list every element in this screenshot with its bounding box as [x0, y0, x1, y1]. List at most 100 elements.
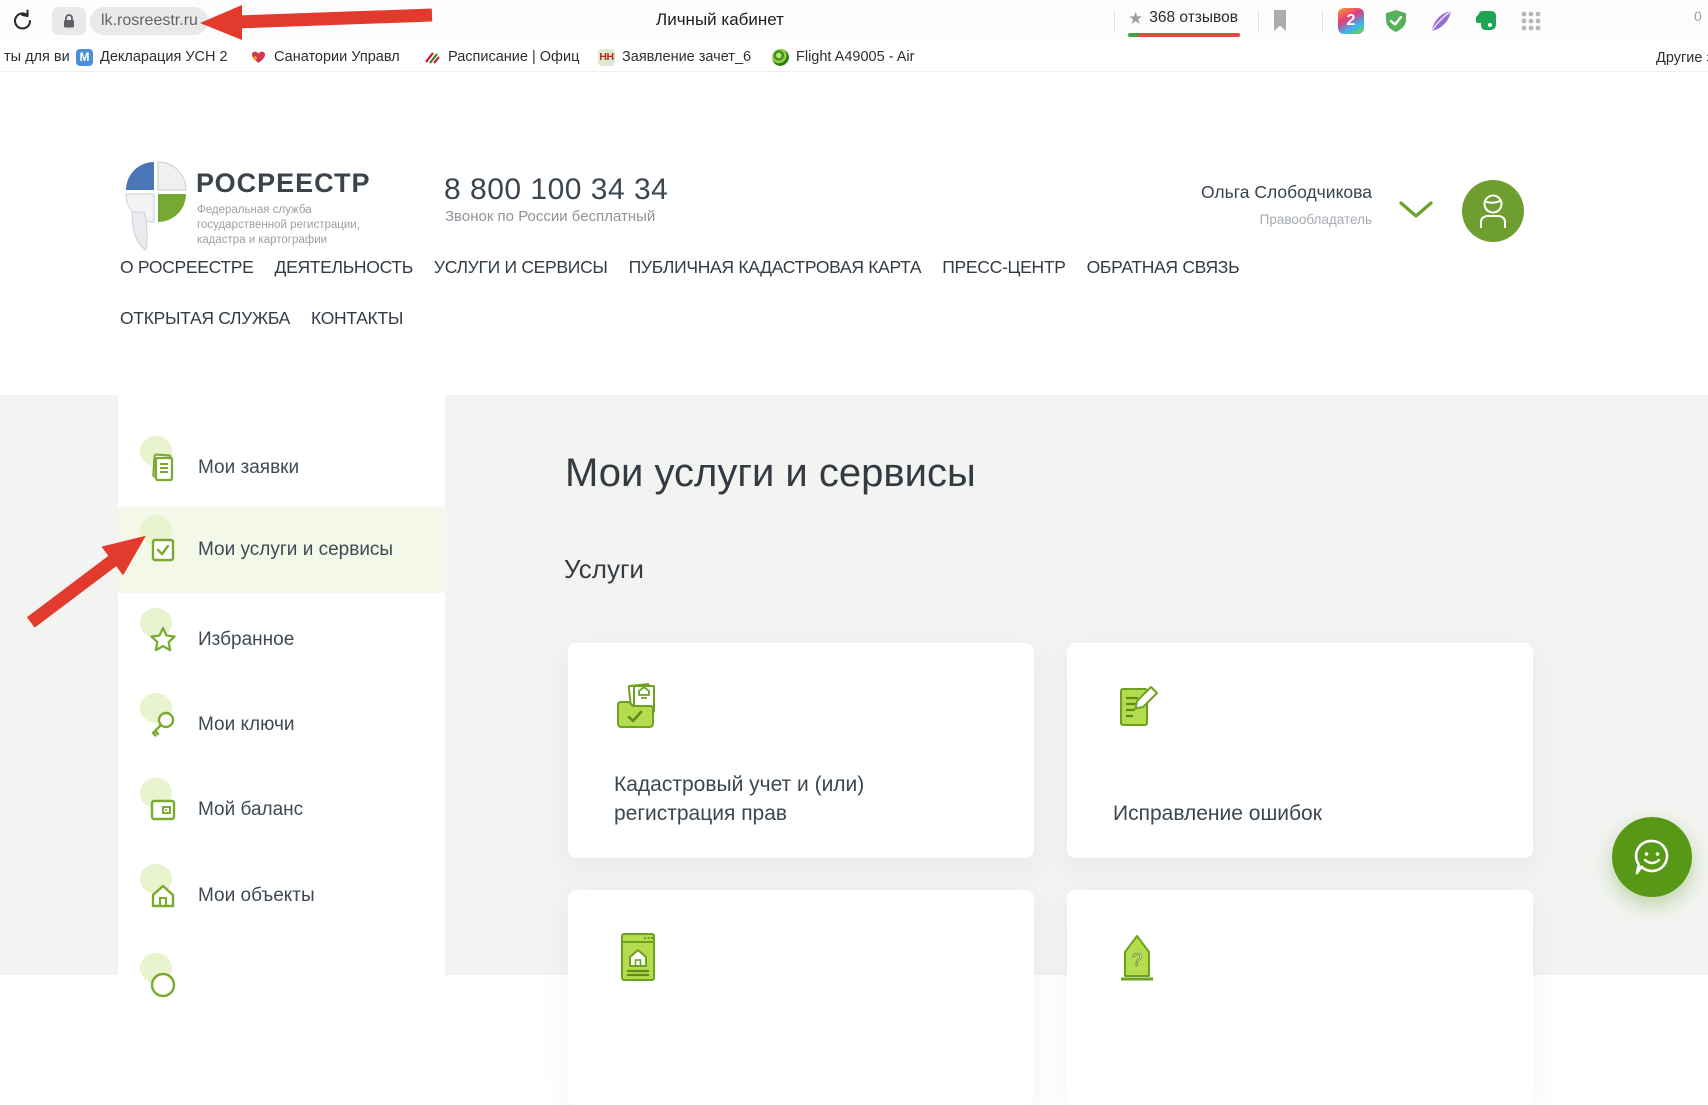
- chat-widget-button[interactable]: [1612, 817, 1692, 897]
- folder-check-icon: [612, 681, 664, 733]
- nn-favicon: НН: [598, 49, 615, 66]
- sidebar-item-label: Мои ключи: [198, 714, 294, 736]
- page-tab-title: Личный кабинет: [560, 10, 880, 30]
- bookmark-label: Санатории Управл: [274, 49, 400, 65]
- main-nav-row2: ОТКРЫТАЯ СЛУЖБА КОНТАКТЫ: [120, 308, 403, 329]
- annotation-arrow-url: [198, 2, 438, 40]
- divider: [1114, 10, 1115, 32]
- nav-contacts[interactable]: КОНТАКТЫ: [311, 308, 403, 329]
- ssl-lock-badge[interactable]: [52, 7, 86, 35]
- site-reviews-badge[interactable]: ★ 368 отзывов: [1128, 9, 1238, 27]
- lock-icon: [62, 13, 76, 29]
- nav-about[interactable]: О РОСРЕЕСТРЕ: [120, 257, 254, 278]
- bookmark-label: Расписание | Офиц: [448, 49, 579, 65]
- nav-activity[interactable]: ДЕЯТЕЛЬНОСТЬ: [275, 257, 413, 278]
- bookmark-flag-icon[interactable]: [1272, 9, 1288, 37]
- card-partial-left[interactable]: [568, 890, 1034, 1105]
- sidebar-item-partial[interactable]: [118, 945, 445, 1025]
- avatar[interactable]: [1462, 180, 1524, 242]
- other-bookmarks[interactable]: Другие з: [1656, 50, 1708, 66]
- sidebar-item-label: Избранное: [198, 629, 294, 651]
- extension-feather-icon[interactable]: [1428, 8, 1454, 34]
- svg-text:?: ?: [1132, 950, 1142, 970]
- reviews-rating-bar: [1128, 33, 1240, 37]
- bookmark-label: Заявление зачет_6: [622, 49, 751, 65]
- site-header: РОСРЕЕСТР Федеральная служба государстве…: [0, 72, 1708, 183]
- page-title: Мои услуги и сервисы: [565, 451, 976, 496]
- extension-evernote-icon[interactable]: [1473, 8, 1499, 34]
- sidebar-item-my-balance[interactable]: Мой баланс: [118, 770, 445, 850]
- bookmark-item[interactable]: Расписание | Офиц: [424, 46, 579, 68]
- star-icon: [146, 623, 180, 657]
- nav-services[interactable]: УСЛУГИ И СЕРВИСЫ: [434, 257, 608, 278]
- flightradar-favicon: [772, 49, 789, 66]
- circle-icon: [146, 968, 180, 1002]
- sidebar-item-my-requests[interactable]: Мои заявки: [118, 428, 445, 508]
- bookmark-label: ты для ви: [4, 49, 70, 65]
- card-title: Кадастровый учет и (или) регистрация пра…: [614, 770, 944, 828]
- card-title: Исправление ошибок: [1113, 799, 1443, 828]
- user-name[interactable]: Ольга Слободчикова: [1072, 182, 1372, 203]
- notification-counter: 0: [1694, 8, 1702, 24]
- sidebar-item-favorites[interactable]: Избранное: [118, 600, 445, 680]
- browser-top-bar: lk.rosreestr.ru Личный кабинет ★ 368 отз…: [0, 0, 1708, 42]
- bookmark-label: Flight A49005 - Air: [796, 49, 915, 65]
- bookmark-item[interactable]: НН Заявление зачет_6: [598, 46, 751, 68]
- reload-icon[interactable]: [10, 8, 36, 34]
- nav-press-center[interactable]: ПРЕСС-ЦЕНТР: [942, 257, 1065, 278]
- sidebar-item-my-keys[interactable]: Мои ключи: [118, 685, 445, 765]
- bookmark-label: Декларация УСН 2: [100, 49, 228, 65]
- sidebar-item-label: Мои объекты: [198, 885, 315, 907]
- phone-number: 8 800 100 34 34: [444, 173, 668, 207]
- divider: [1258, 10, 1259, 32]
- heart-plus-favicon: [250, 49, 267, 66]
- bookmark-item[interactable]: M Декларация УСН 2: [76, 46, 228, 68]
- sidebar-item-label: Мои услуги и сервисы: [198, 539, 393, 561]
- extension-shield-icon[interactable]: [1383, 8, 1409, 34]
- card-partial-right[interactable]: ?: [1067, 890, 1533, 1105]
- logo-subtitle-line3: кадастра и картографии: [197, 233, 427, 248]
- logo-subtitle-line1: Федеральная служба: [197, 203, 427, 218]
- house-question-icon: ?: [1111, 932, 1163, 984]
- nav-cadastral-map[interactable]: ПУБЛИЧНАЯ КАДАСТРОВАЯ КАРТА: [629, 257, 922, 278]
- wallet-icon: [146, 793, 180, 827]
- logo-title: РОСРЕЕСТР: [196, 168, 371, 199]
- phone-note: Звонок по России бесплатный: [445, 208, 655, 225]
- sidebar-item-my-services[interactable]: Мои услуги и сервисы: [118, 507, 445, 593]
- star-icon: ★: [1128, 10, 1143, 27]
- house-icon: [146, 879, 180, 913]
- apps-grid-icon[interactable]: [1518, 8, 1544, 34]
- section-title: Услуги: [564, 554, 644, 585]
- sidebar-item-label: Мои заявки: [198, 457, 299, 479]
- browser-house-icon: [612, 930, 664, 982]
- reviews-count: 368 отзывов: [1149, 9, 1238, 27]
- card-cadastral-registration[interactable]: Кадастровый учет и (или) регистрация пра…: [568, 643, 1034, 858]
- moedelo-favicon: M: [76, 49, 93, 66]
- card-error-correction[interactable]: Исправление ошибок: [1067, 643, 1533, 858]
- main-nav-row1: О РОСРЕЕСТРЕ ДЕЯТЕЛЬНОСТЬ УСЛУГИ И СЕРВИ…: [120, 257, 1239, 278]
- person-icon: [1475, 192, 1511, 230]
- nav-open-service[interactable]: ОТКРЫТАЯ СЛУЖБА: [120, 308, 290, 329]
- user-role: Правообладатель: [1072, 212, 1372, 227]
- key-icon: [146, 708, 180, 742]
- sidebar-item-label: Мой баланс: [198, 799, 303, 821]
- logo-subtitle-line2: государственной регистрации,: [197, 218, 427, 233]
- sidebar-item-my-objects[interactable]: Мои объекты: [118, 856, 445, 936]
- address-bar[interactable]: lk.rosreestr.ru: [90, 7, 208, 35]
- bookmarks-bar: ты для ви M Декларация УСН 2 Санатории У…: [0, 42, 1708, 72]
- chat-smiley-icon: [1631, 836, 1673, 878]
- extension-2gis-icon[interactable]: 2: [1338, 8, 1364, 34]
- bookmark-item[interactable]: Flight A49005 - Air: [772, 46, 915, 68]
- rosreestr-logo[interactable]: [124, 160, 188, 252]
- url-text: lk.rosreestr.ru: [101, 12, 198, 30]
- bookmark-item[interactable]: ты для ви: [4, 46, 70, 68]
- documents-icon: [146, 451, 180, 485]
- divider: [1322, 10, 1323, 32]
- nav-feedback[interactable]: ОБРАТНАЯ СВЯЗЬ: [1087, 257, 1240, 278]
- chevron-down-icon[interactable]: [1398, 200, 1434, 220]
- rzd-favicon: [424, 49, 441, 66]
- bookmark-item[interactable]: Санатории Управл: [250, 46, 400, 68]
- document-pencil-icon: [1111, 681, 1163, 733]
- checkbox-icon: [146, 533, 180, 567]
- extensions-row: 2: [1338, 8, 1544, 34]
